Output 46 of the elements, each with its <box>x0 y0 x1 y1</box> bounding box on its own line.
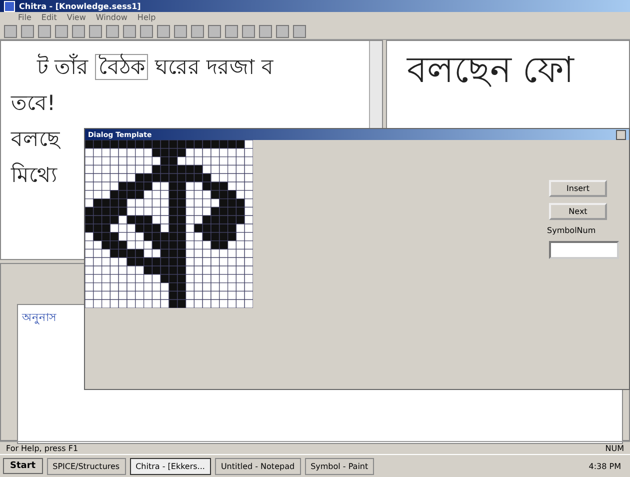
preview-text: বলছেন ফো <box>407 49 576 93</box>
toolbar-icon[interactable] <box>157 24 170 38</box>
window-title: Chitra - [Knowledge.sess1] <box>19 2 141 10</box>
toolbar-icon[interactable] <box>72 24 85 38</box>
taskbar-button[interactable]: Chitra - [Ekkers... <box>130 458 211 474</box>
status-message: For Help, press F1 <box>6 444 78 452</box>
status-indicator: NUM <box>605 444 624 452</box>
glyph-grid-drawing[interactable] <box>85 140 253 308</box>
menu-item[interactable]: Edit <box>41 13 57 22</box>
taskbar-button[interactable]: Symbol - Paint <box>304 458 374 474</box>
toolbar-icon[interactable] <box>55 24 68 38</box>
toolbar-icon[interactable] <box>259 24 272 38</box>
toolbar-icon[interactable] <box>293 24 306 38</box>
toolbar-icon[interactable] <box>38 24 51 38</box>
editor-text: মিথ্যে <box>11 163 57 187</box>
menu-item[interactable]: Window <box>96 13 128 22</box>
toolbar-icon[interactable] <box>106 24 119 38</box>
taskbar-button[interactable]: SPICE/Structures <box>46 458 126 474</box>
start-button[interactable]: Start <box>3 458 43 474</box>
toolbar-icon[interactable] <box>191 24 204 38</box>
toolbar-icon[interactable] <box>123 24 136 38</box>
toolbar-icon[interactable] <box>21 24 34 38</box>
toolbar-icon[interactable] <box>4 24 17 38</box>
toolbar-icon[interactable] <box>89 24 102 38</box>
editor-text: ঘরের দরজা ব <box>155 55 274 79</box>
app-icon <box>4 0 15 12</box>
field-label: SymbolNum <box>546 226 596 235</box>
editor-text: ট তাঁর <box>37 55 89 79</box>
menu-item[interactable]: File <box>18 13 32 22</box>
menu-item[interactable]: View <box>66 13 86 22</box>
toolbar-icon[interactable] <box>225 24 238 38</box>
output-text: অনুনাস <box>22 311 56 324</box>
boxed-word: বৈঠক <box>95 54 148 80</box>
clock: 4:38 PM <box>588 462 622 470</box>
menu-item[interactable]: Help <box>137 13 156 22</box>
toolbar-icon[interactable] <box>140 24 153 38</box>
toolbar-icon[interactable] <box>174 24 187 38</box>
editor-text: তবে! <box>11 91 56 115</box>
taskbar-button[interactable]: Untitled - Notepad <box>214 458 301 474</box>
dialog-button[interactable]: Insert <box>549 180 607 197</box>
toolbar-icon[interactable] <box>276 24 289 38</box>
dialog-button[interactable]: Next <box>549 203 607 220</box>
symbol-field[interactable] <box>549 241 619 259</box>
toolbar-icon[interactable] <box>208 24 221 38</box>
editor-text: বলছে <box>11 127 60 151</box>
toolbar-icon[interactable] <box>242 24 255 38</box>
